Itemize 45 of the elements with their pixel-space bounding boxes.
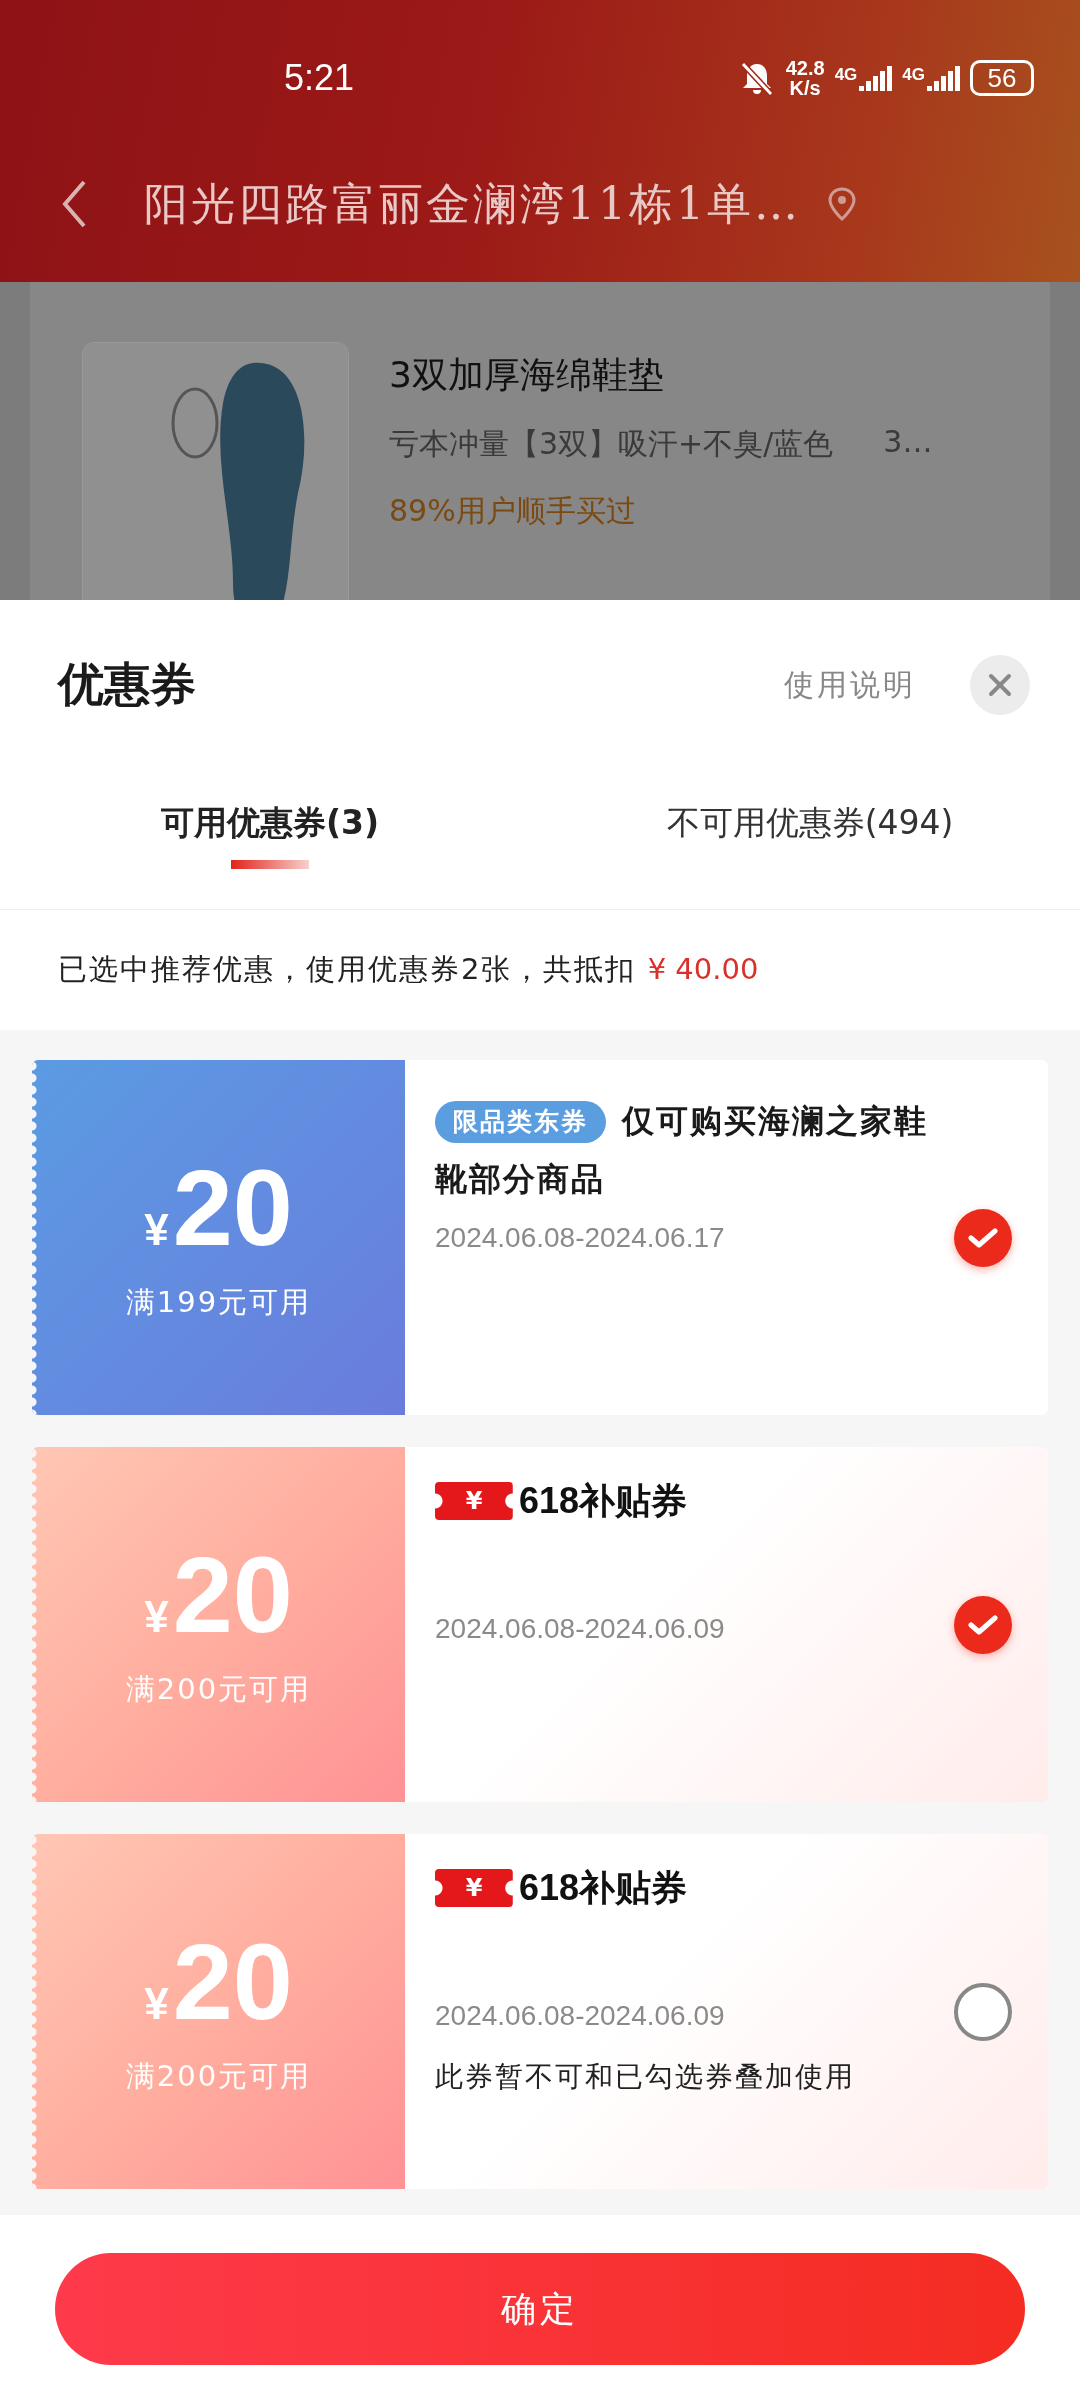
coupon-checkbox[interactable] <box>954 1982 1012 2041</box>
network-speed: 42.8 K/s <box>785 58 825 98</box>
checkmark-icon <box>968 1226 998 1249</box>
coupon-type-label: 618补贴券 <box>519 1478 688 1523</box>
ticket-badge: ¥ <box>435 1482 513 1520</box>
coupon-type-label: 618补贴券 <box>519 1865 688 1910</box>
coupon-tab[interactable]: 可用优惠券(3) <box>0 770 540 909</box>
coupon-condition: 满200元可用 <box>125 1670 312 1708</box>
signal-icon <box>927 65 960 91</box>
selection-summary: 已选中推荐优惠，使用优惠券2张，共抵扣 ¥ 40.00 <box>57 951 760 988</box>
product-name: 3双加厚海绵鞋垫 <box>389 353 665 397</box>
address-title[interactable]: 阳光四路富丽金澜湾11栋1单… <box>144 174 801 234</box>
coupon-checkbox[interactable] <box>954 1208 1012 1267</box>
usage-help-link[interactable]: 使用说明 <box>784 664 916 706</box>
sim-label: 4G <box>902 65 925 85</box>
sheet-title: 优惠券 <box>58 656 196 713</box>
coupon-title: 限品类东券 仅可购买海澜之家鞋靴部分商品 <box>435 1100 929 1200</box>
currency-symbol: ¥ <box>144 1978 169 2029</box>
product-spec: 亏本冲量【3双】吸汗+不臭/蓝色 <box>389 425 834 463</box>
coupon-amount: 20 <box>172 1152 293 1263</box>
coupon-tab[interactable]: 不可用优惠券(494) <box>540 770 1080 909</box>
category-tag: 限品类东券 <box>435 1101 606 1143</box>
coupon-dates: 2024.06.08-2024.06.17 <box>435 1222 726 1254</box>
sim-label: 4G <box>834 65 858 85</box>
coupon-dates: 2024.06.08-2024.06.09 <box>435 2000 726 2032</box>
coupon-amount: 20 <box>172 1539 293 1650</box>
checkmark-icon <box>968 1613 998 1636</box>
coupon-checkbox[interactable] <box>954 1595 1012 1654</box>
coupon-condition: 满200元可用 <box>125 2057 312 2095</box>
currency-symbol: ¥ <box>144 1204 169 1255</box>
currency-symbol: ¥ <box>144 1591 169 1642</box>
purchase-stat: 89%用户顺手买过 <box>389 492 637 530</box>
battery-indicator: 56 <box>970 60 1034 96</box>
coupon-condition: 满199元可用 <box>125 1283 312 1321</box>
coupon-note: 此券暂不可和已勾选券叠加使用 <box>435 2059 856 2095</box>
coupon-amount: 20 <box>172 1926 293 2037</box>
ticket-badge: ¥ <box>435 1869 513 1907</box>
product-spec-more: 3… <box>883 424 933 461</box>
signal-icon <box>859 65 893 91</box>
close-icon <box>988 673 1012 697</box>
coupon-dates: 2024.06.08-2024.06.09 <box>435 1613 726 1645</box>
status-time: 5:21 <box>284 57 355 99</box>
location-pin-icon[interactable] <box>827 187 857 221</box>
back-icon[interactable] <box>60 179 88 229</box>
confirm-button[interactable]: 确定 <box>55 2253 1025 2365</box>
